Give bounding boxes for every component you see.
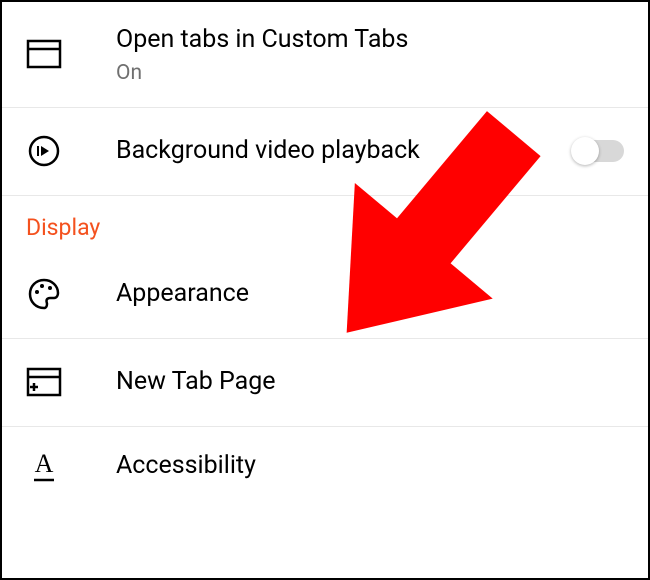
new-tab-icon — [26, 364, 62, 400]
item-subtitle: On — [116, 61, 624, 85]
play-circle-icon — [26, 133, 62, 169]
settings-item-new-tab-page[interactable]: New Tab Page — [2, 339, 648, 427]
item-label: Background video playback — [116, 135, 574, 168]
settings-list: Open tabs in Custom Tabs On Background v… — [2, 2, 648, 507]
item-label: Accessibility — [116, 450, 624, 483]
settings-item-appearance[interactable]: Appearance — [2, 251, 648, 339]
accessibility-icon: A — [26, 449, 62, 485]
item-content: Appearance — [116, 278, 624, 311]
settings-item-background-video[interactable]: Background video playback — [2, 108, 648, 196]
item-label: Open tabs in Custom Tabs — [116, 24, 624, 57]
toggle-switch[interactable] — [574, 140, 624, 162]
settings-item-custom-tabs[interactable]: Open tabs in Custom Tabs On — [2, 2, 648, 108]
item-label: New Tab Page — [116, 366, 624, 399]
palette-icon — [26, 276, 62, 312]
item-content: Background video playback — [116, 135, 574, 168]
settings-item-accessibility[interactable]: A Accessibility — [2, 427, 648, 507]
svg-text:A: A — [35, 450, 54, 478]
item-content: New Tab Page — [116, 366, 624, 399]
item-content: Accessibility — [116, 450, 624, 483]
tab-icon — [26, 36, 62, 72]
section-header-display: Display — [2, 196, 648, 251]
item-content: Open tabs in Custom Tabs On — [116, 24, 624, 85]
item-label: Appearance — [116, 278, 624, 311]
